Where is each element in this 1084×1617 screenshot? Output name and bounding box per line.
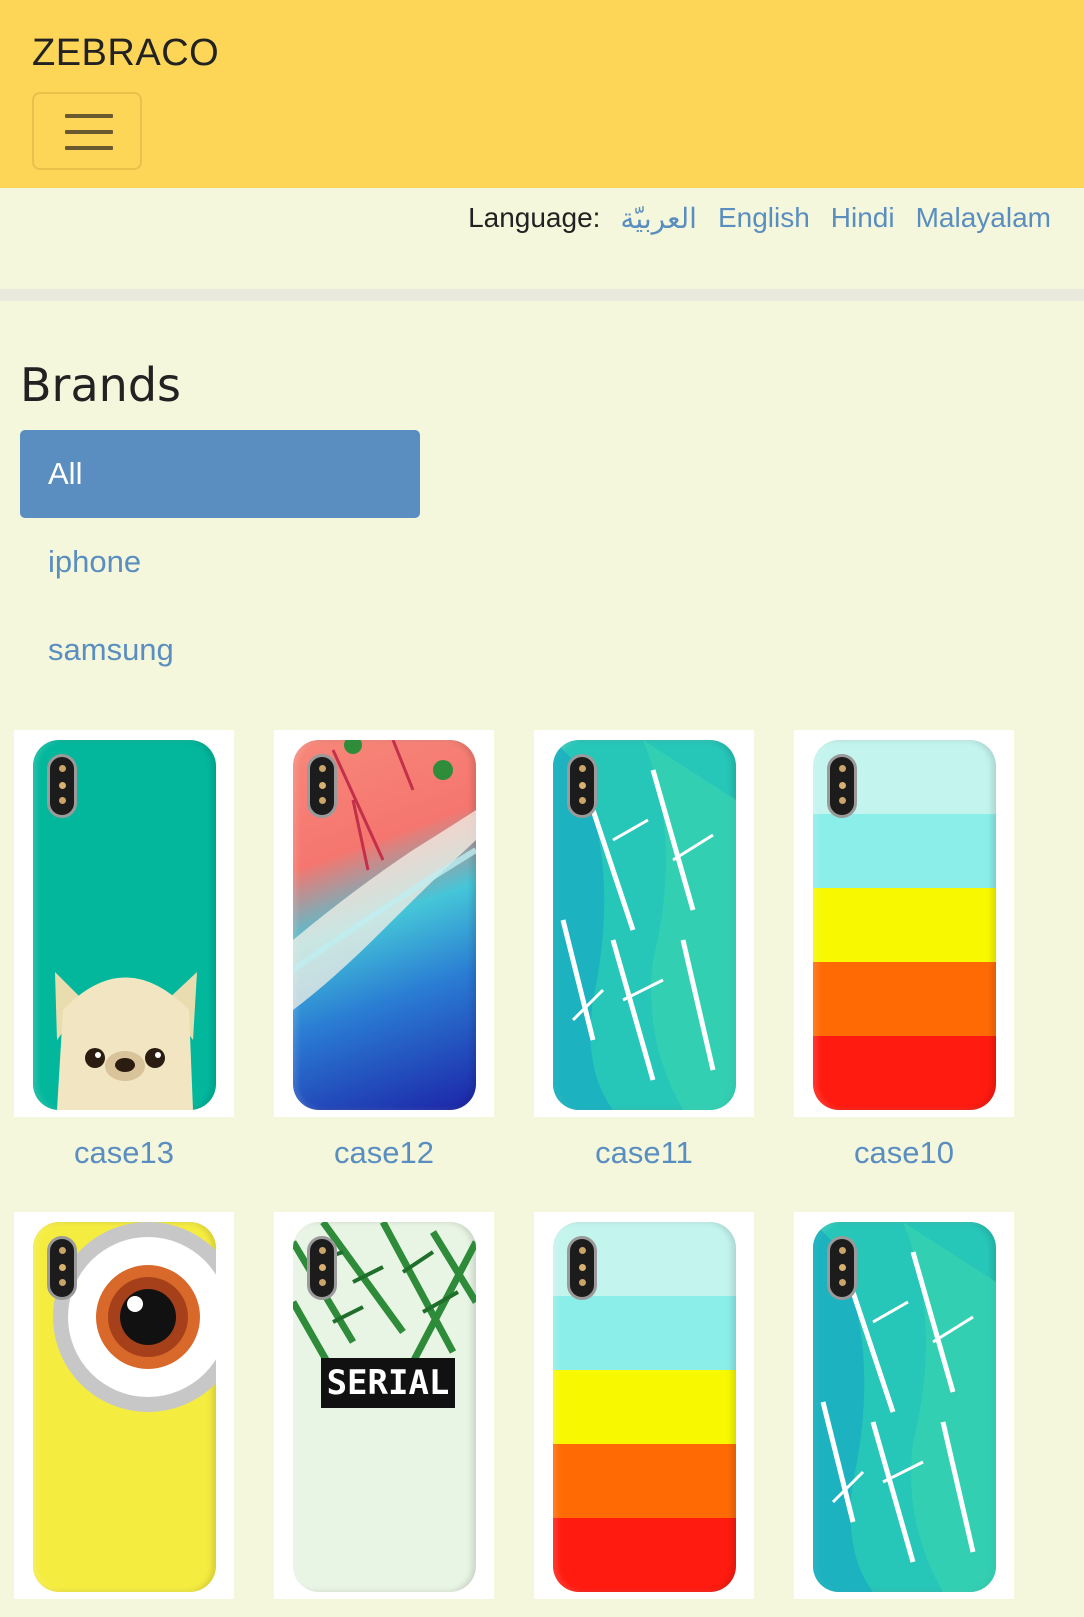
product-card[interactable] bbox=[794, 1212, 1014, 1617]
language-link-english[interactable]: English bbox=[718, 202, 810, 234]
language-link-malayalam[interactable]: Malayalam bbox=[916, 202, 1051, 234]
product-name[interactable]: case10 bbox=[794, 1135, 1014, 1171]
brand-filter-all[interactable]: All bbox=[20, 430, 420, 518]
product-card[interactable]: case12 bbox=[274, 730, 494, 1171]
divider bbox=[0, 289, 1084, 301]
brand-filter-samsung[interactable]: samsung bbox=[20, 606, 420, 694]
product-image[interactable] bbox=[534, 730, 754, 1117]
product-card[interactable] bbox=[14, 1212, 234, 1617]
product-card[interactable] bbox=[534, 1212, 754, 1617]
product-card[interactable]: case13 bbox=[14, 730, 234, 1171]
brand-filter-iphone[interactable]: iphone bbox=[20, 518, 420, 606]
product-name[interactable]: case11 bbox=[534, 1135, 754, 1171]
product-image[interactable]: SERIAL bbox=[274, 1212, 494, 1599]
product-overlay-text: SERIAL bbox=[321, 1358, 455, 1408]
navbar: ZEBRACO bbox=[0, 0, 1084, 188]
product-card[interactable]: case10 bbox=[794, 730, 1014, 1171]
product-name[interactable]: case12 bbox=[274, 1135, 494, 1171]
product-card[interactable]: case11 bbox=[534, 730, 754, 1171]
hamburger-menu-icon-bar bbox=[65, 146, 113, 150]
product-name[interactable]: case13 bbox=[14, 1135, 234, 1171]
brand-logo[interactable]: ZEBRACO bbox=[32, 32, 219, 75]
product-image[interactable] bbox=[534, 1212, 754, 1599]
hamburger-menu-icon-bar bbox=[65, 130, 113, 134]
language-link-hindi[interactable]: Hindi bbox=[831, 202, 895, 234]
hamburger-menu-icon bbox=[65, 114, 113, 118]
language-label: Language: bbox=[468, 202, 601, 233]
product-card[interactable]: SERIAL bbox=[274, 1212, 494, 1617]
product-image[interactable] bbox=[794, 1212, 1014, 1599]
brands-heading: Brands bbox=[20, 358, 181, 412]
product-image[interactable] bbox=[14, 730, 234, 1117]
language-link-arabic[interactable]: العربيّة bbox=[620, 202, 697, 235]
product-image[interactable] bbox=[14, 1212, 234, 1599]
product-image[interactable] bbox=[794, 730, 1014, 1117]
language-selector: Language: العربيّة English Hindi Malayal… bbox=[468, 200, 1051, 236]
product-image[interactable] bbox=[274, 730, 494, 1117]
navbar-toggle-button[interactable] bbox=[32, 92, 142, 170]
